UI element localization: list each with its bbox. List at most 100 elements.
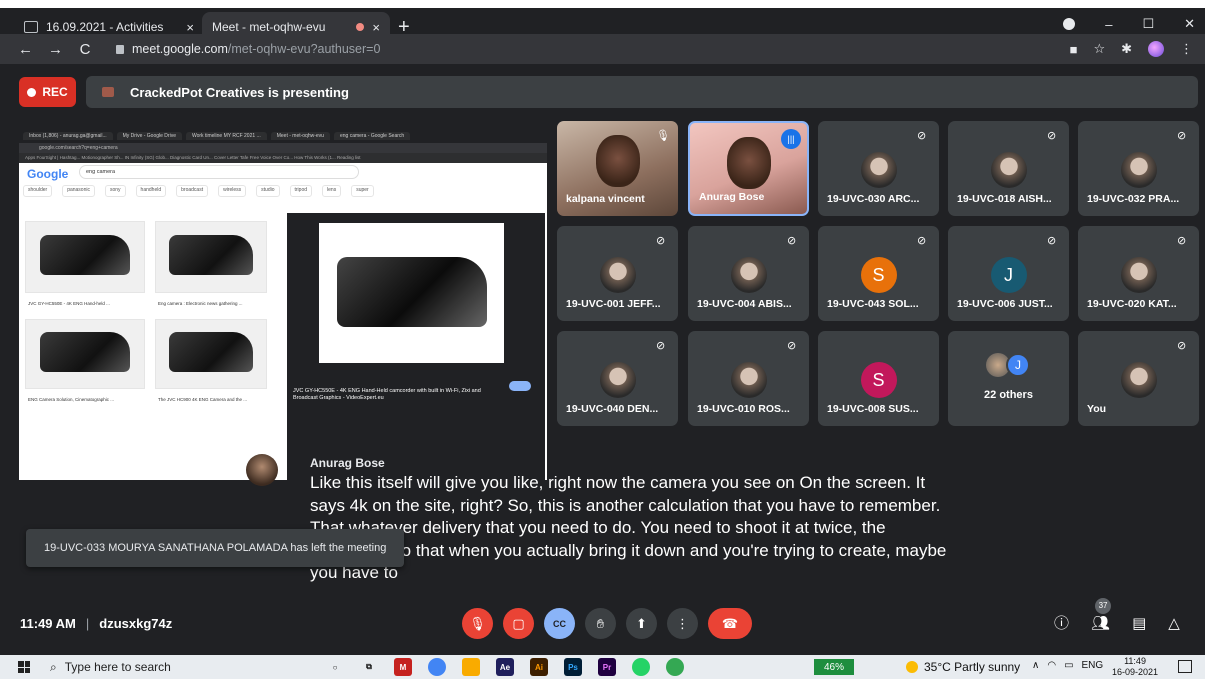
participant-tile[interactable]: ⊘ 19-UVC-010 ROS...: [688, 331, 809, 426]
participant-tile[interactable]: 🎙︎ kalpana vincent: [557, 121, 678, 216]
raise-hand-button[interactable]: ✋︎: [585, 608, 616, 639]
presenting-text: CrackedPot Creatives is presenting: [130, 84, 349, 100]
participant-tile[interactable]: ⊘ 19-UVC-001 JEFF...: [557, 226, 678, 321]
participant-tile[interactable]: ⊘ 19-UVC-030 ARC...: [818, 121, 939, 216]
participant-tile[interactable]: ⊘ 19-UVC-020 KAT...: [1078, 226, 1199, 321]
after-effects-icon[interactable]: Ae: [496, 658, 514, 676]
taskbar-search[interactable]: ⌕ Type here to search: [50, 660, 310, 675]
close-tab-icon[interactable]: ×: [372, 20, 380, 35]
self-tile[interactable]: ⊘ You: [1078, 331, 1199, 426]
video-feed: [595, 135, 640, 187]
recording-badge[interactable]: REC: [19, 77, 76, 107]
reload-button[interactable]: C: [78, 41, 92, 58]
participant-tile[interactable]: ⊘ J 19-UVC-006 JUST...: [948, 226, 1069, 321]
people-count-badge: 37: [1095, 597, 1112, 614]
extension-avatar-icon[interactable]: [1148, 41, 1164, 57]
mic-toggle-button[interactable]: 🎙︎: [462, 608, 493, 639]
chat-icon[interactable]: ▤: [1132, 614, 1146, 632]
image-caption: ENG Camera Solution, Cinematographic ...: [28, 397, 115, 402]
participant-tile[interactable]: ⊘ S 19-UVC-043 SOL...: [818, 226, 939, 321]
camera-image: [169, 332, 253, 372]
back-button[interactable]: ←: [18, 41, 33, 58]
notification-icon[interactable]: [1178, 660, 1192, 673]
bookmark-star-icon[interactable]: ☆: [1093, 41, 1105, 57]
os-taskbar: ⌕ Type here to search ○ ⧉ M Ae Ai Ps Pr …: [0, 655, 1205, 679]
camera-image: [40, 234, 130, 276]
participant-name: 19-UVC-001 JEFF...: [566, 298, 661, 310]
participant-tile[interactable]: ⊘ 19-UVC-004 ABIS...: [688, 226, 809, 321]
clock-date: 16-09-2021: [1112, 667, 1159, 677]
close-tab-icon[interactable]: ×: [186, 20, 194, 35]
language-indicator[interactable]: ENG: [1082, 660, 1104, 671]
image-caption: JVC GY-HC550E - 4K ENG Hand-held ...: [28, 301, 110, 306]
participant-tile[interactable]: ⊘ 19-UVC-040 DEN...: [557, 331, 678, 426]
url-host: meet.google.com: [132, 42, 228, 56]
chip: wireless: [218, 185, 247, 197]
image-result: ENG Camera Solution, Cinematographic ...: [25, 319, 145, 402]
present-button[interactable]: ⬆: [626, 608, 657, 639]
camera-permission-icon[interactable]: ■: [1070, 42, 1078, 57]
captions-button[interactable]: CC: [544, 608, 575, 639]
system-clock[interactable]: 11:49 16-09-2021: [1112, 656, 1158, 678]
participant-tile[interactable]: ⊘ 19-UVC-032 PRA...: [1078, 121, 1199, 216]
premiere-icon[interactable]: Pr: [598, 658, 616, 676]
participant-tile-active-speaker[interactable]: ||| Anurag Bose: [688, 121, 809, 216]
whatsapp-icon[interactable]: [632, 658, 650, 676]
google-logo: Google: [27, 167, 69, 181]
activities-icon[interactable]: △: [1168, 614, 1180, 632]
caption-speaker: Anurag Bose: [310, 456, 385, 470]
forward-button[interactable]: →: [48, 41, 63, 58]
minimize-button[interactable]: –: [1105, 17, 1112, 32]
file-explorer-icon[interactable]: [462, 658, 480, 676]
mcafee-icon[interactable]: M: [394, 658, 412, 676]
shared-tab: Meet - met-oqhw-evu: [270, 132, 330, 140]
profile-icon[interactable]: [1063, 18, 1076, 30]
extensions-icon[interactable]: ✱: [1121, 41, 1132, 57]
tray-chevron-icon[interactable]: ∧: [1032, 660, 1039, 671]
illustrator-icon[interactable]: Ai: [530, 658, 548, 676]
image-result: JVC GY-HC550E - 4K ENG Hand-held ...: [25, 221, 145, 306]
meeting-details-icon[interactable]: ⓘ: [1054, 612, 1069, 633]
battery-icon[interactable]: ▭: [1064, 660, 1073, 671]
avatar: [1120, 152, 1157, 188]
participant-tile[interactable]: S 19-UVC-008 SUS...: [818, 331, 939, 426]
meeting-code: dzusxkg74z: [99, 616, 173, 631]
chrome-icon[interactable]: [428, 658, 446, 676]
participant-name: kalpana vincent: [566, 193, 645, 205]
tab-title: 16.09.2021 - Activities: [46, 20, 164, 34]
participant-name: Anurag Bose: [699, 191, 765, 203]
close-window-button[interactable]: ✕: [1184, 16, 1195, 32]
camera-toggle-button[interactable]: ▢: [503, 608, 534, 639]
avatar: [599, 257, 636, 293]
url-field[interactable]: meet.google.com/met-oqhw-evu?authuser=0: [116, 42, 380, 56]
search-icon: ⌕: [50, 659, 57, 674]
weather-widget[interactable]: 35°C Partly sunny: [906, 660, 1020, 674]
image-caption: The JVC HC900 4K ENG Camera and the ...: [158, 397, 248, 402]
mic-off-icon: ⊘: [787, 340, 797, 352]
url-path: /met-oqhw-evu?authuser=0: [227, 42, 381, 56]
battery-indicator[interactable]: 46%: [814, 659, 854, 675]
people-button[interactable]: 37 👥︎: [1091, 597, 1112, 632]
maximize-button[interactable]: ☐: [1142, 16, 1154, 32]
shared-browser-tabs: Inbox (1,806) - anurag.ga@gmail... My Dr…: [19, 129, 547, 143]
chrome-profile-icon[interactable]: [666, 658, 684, 676]
windows-start-icon[interactable]: [18, 661, 30, 673]
task-view-icon[interactable]: ⧉: [360, 658, 378, 676]
shared-search-box: eng camera: [79, 165, 359, 179]
rec-label: REC: [42, 85, 68, 99]
participant-name: 19-UVC-020 KAT...: [1087, 298, 1177, 310]
participant-name: 19-UVC-030 ARC...: [827, 193, 920, 205]
wifi-icon[interactable]: ◠: [1047, 660, 1056, 671]
browser-menu-icon[interactable]: ⋮: [1180, 41, 1193, 57]
leave-call-button[interactable]: ☎︎: [708, 608, 752, 639]
avatar-initial: J: [1006, 353, 1030, 377]
more-options-button[interactable]: ⋮: [667, 608, 698, 639]
mic-off-icon: ⊘: [787, 235, 797, 247]
others-tile[interactable]: J 22 others: [948, 331, 1069, 426]
cortana-icon[interactable]: ○: [326, 658, 344, 676]
photoshop-icon[interactable]: Ps: [564, 658, 582, 676]
chip: tripod: [289, 185, 313, 197]
speaking-indicator-icon: |||: [781, 129, 801, 149]
participant-tile[interactable]: ⊘ 19-UVC-018 AISH...: [948, 121, 1069, 216]
presenting-banner: CrackedPot Creatives is presenting: [86, 76, 1198, 108]
